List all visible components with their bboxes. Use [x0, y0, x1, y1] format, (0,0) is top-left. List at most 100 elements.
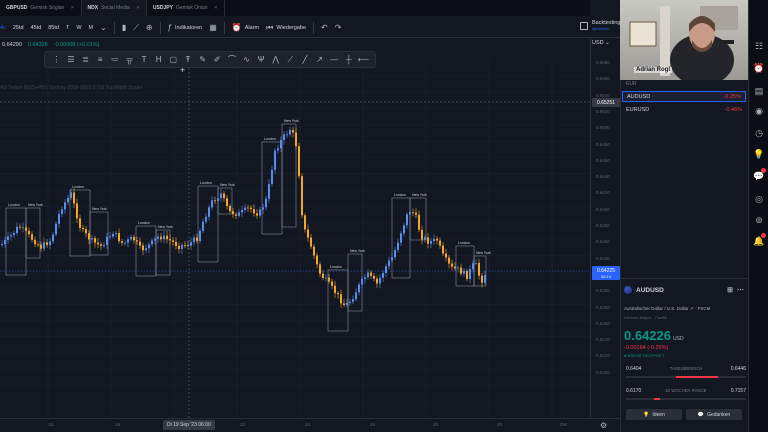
line-chart-icon[interactable]: ⟋ — [133, 23, 139, 32]
curve-icon[interactable]: ⌒ — [226, 54, 238, 66]
alarm-button[interactable]: ⏰ Alarm — [232, 23, 259, 32]
watchlist-row-eurusd[interactable]: EURUSD -0.46% — [622, 104, 746, 115]
candle-body — [13, 232, 15, 236]
tab-gbpusd[interactable]: GBPUSD Gemisk Sogian ✕ — [0, 0, 82, 16]
close-icon[interactable]: ✕ — [136, 5, 140, 11]
redo-icon[interactable]: ↷ — [335, 23, 342, 32]
timeframe-3[interactable]: 45td — [31, 25, 42, 31]
pen-icon[interactable]: ✐ — [211, 54, 223, 66]
price-tick: 0.6380 — [596, 223, 610, 228]
close-icon[interactable]: ✕ — [70, 5, 74, 11]
tab-ndx[interactable]: NDX Social Media ✕ — [81, 0, 147, 16]
parallel-icon[interactable]: ╦ — [123, 54, 135, 66]
price-chart[interactable]: London New York London New York London New Yo… — [0, 60, 590, 418]
candle-body — [271, 169, 273, 184]
candle-body — [151, 240, 153, 245]
candle-body — [472, 263, 474, 270]
watchlist-icon[interactable]: ☷ — [752, 40, 766, 52]
candle-body — [64, 202, 66, 210]
timeframe-5[interactable]: T — [66, 25, 69, 31]
broadcast-icon[interactable]: ⊚ — [752, 214, 766, 226]
time-axis[interactable]: Di 19 Sep '23 06:00 ⚙ 15 18 22 24 26 28 30 Okt — [0, 418, 620, 432]
hotlist-icon[interactable]: ◉ — [752, 105, 766, 117]
candle-body — [247, 207, 249, 209]
timeframe-4[interactable]: 85td — [48, 25, 59, 31]
notifications-icon[interactable]: 🔔 — [752, 233, 766, 247]
calendar-icon[interactable]: ◷ — [752, 127, 766, 139]
candle-body — [343, 303, 345, 306]
details-name-row: Australischer Dollar / U.S. Dollar ↗ · F… — [624, 306, 711, 311]
open-value: 0.64290 — [2, 42, 22, 48]
settings-icon[interactable]: ⚙ — [600, 421, 607, 430]
grid-icon[interactable]: ⊞ — [727, 286, 733, 294]
candle-body — [481, 275, 483, 283]
more-icon[interactable]: ⟵ — [357, 54, 369, 66]
thoughts-button[interactable]: 💬 Gedanken — [686, 409, 742, 420]
more-icon[interactable]: ⋯ — [737, 286, 744, 294]
pitchfork-icon[interactable]: Ψ — [255, 54, 267, 66]
fib-icon[interactable]: ≔ — [109, 54, 121, 66]
horizontal-lines-icon[interactable]: ☰ — [65, 54, 77, 66]
candle-body — [445, 253, 447, 258]
candles-icon[interactable]: ▮ — [122, 23, 126, 32]
timeframe-2[interactable]: 25td — [13, 25, 24, 31]
currency-selector[interactable]: USD ⌄ — [592, 40, 610, 46]
ideas-button[interactable]: 💡 Ideen — [626, 409, 682, 420]
range-icon[interactable]: H — [153, 54, 165, 66]
undo-icon[interactable]: ↶ — [321, 23, 328, 32]
candle-body — [85, 229, 87, 234]
candle-body — [328, 277, 330, 282]
price-scale[interactable]: 0.6580 0.6560 0.6540 0.6520 0.6500 0.6480 0.64… — [590, 38, 620, 418]
watchlist-row-audusd[interactable]: AUDUSD -0.25% — [622, 91, 746, 102]
close-icon[interactable]: ✕ — [214, 5, 218, 11]
session-label: New York — [158, 225, 173, 229]
chevron-down-icon[interactable]: ⌄ — [100, 23, 107, 32]
candle-body — [28, 230, 30, 235]
candle-body — [214, 200, 216, 202]
candle-body — [34, 239, 36, 245]
lines-icon[interactable]: ≡ — [94, 54, 106, 66]
text-icon[interactable]: Ŧ — [182, 54, 194, 66]
chat-icon[interactable]: 💬 — [752, 168, 766, 182]
tab-usdjpy[interactable]: USDJPY Gemisk Onlan ✕ — [147, 0, 225, 16]
backtesting-toggle[interactable]: Backtesting speichern — [580, 20, 620, 31]
path-icon[interactable]: ∿ — [240, 54, 252, 66]
details-sub: Devisen Majors · Pazifik — [624, 315, 667, 320]
cross-icon[interactable]: ┼ — [343, 54, 355, 66]
alerts-icon[interactable]: ⏰ — [752, 62, 766, 74]
candle-body — [427, 237, 429, 244]
details-symbol[interactable]: AUDUSD — [636, 287, 664, 294]
candle-body — [121, 241, 123, 243]
replay-button[interactable]: ⏮ Wiedergabe — [266, 23, 306, 32]
indicator-legend[interactable]: AD Teilsm 8005+PBS Sydney 2008-0802-2 (0… — [0, 85, 142, 91]
data-window-icon[interactable]: ▤ — [752, 85, 766, 97]
text-tool-icon[interactable]: T — [138, 54, 150, 66]
rectangle-icon[interactable]: ▢ — [167, 54, 179, 66]
timeframe-1[interactable]: 4c — [0, 25, 6, 31]
ideas-stream-icon[interactable]: 💡 — [752, 148, 766, 160]
rays-icon[interactable]: ≣ — [80, 54, 92, 66]
top-toolbar: 4c 25td 45td 85td T W M ⌄ ▮ ⟋ ⊕ ƒ Indikat… — [0, 18, 620, 38]
streams-icon[interactable]: ◎ — [752, 193, 766, 205]
timeframe-7[interactable]: M — [89, 25, 94, 31]
ruler-icon[interactable]: ⟋ — [284, 54, 296, 66]
timeframe-6[interactable]: W — [76, 25, 81, 31]
candle-body — [274, 150, 276, 170]
price-tick: 0.6340 — [596, 255, 610, 261]
arrow-icon[interactable]: ↗ — [314, 54, 326, 66]
trendline-icon[interactable]: ╱ — [299, 54, 311, 66]
checkbox[interactable] — [580, 21, 588, 30]
candle-body — [7, 236, 9, 240]
compare-icon[interactable]: ⊕ — [146, 23, 153, 32]
drag-handle-icon[interactable]: ⋮ — [50, 54, 62, 66]
last-price-label: 0.64225 52:14 — [592, 266, 620, 280]
indicators-button[interactable]: ƒ Indikatoren — [168, 23, 203, 32]
candle-body — [433, 238, 435, 241]
external-link-icon[interactable]: ↗ — [690, 306, 694, 311]
brush-icon[interactable]: ✎ — [197, 54, 209, 66]
session-label: London — [458, 241, 470, 245]
candle-body — [412, 212, 414, 213]
hline-icon[interactable]: — — [328, 54, 340, 66]
templates-icon[interactable]: ▦ — [209, 23, 217, 32]
pattern-icon[interactable]: ⋀ — [270, 54, 282, 66]
